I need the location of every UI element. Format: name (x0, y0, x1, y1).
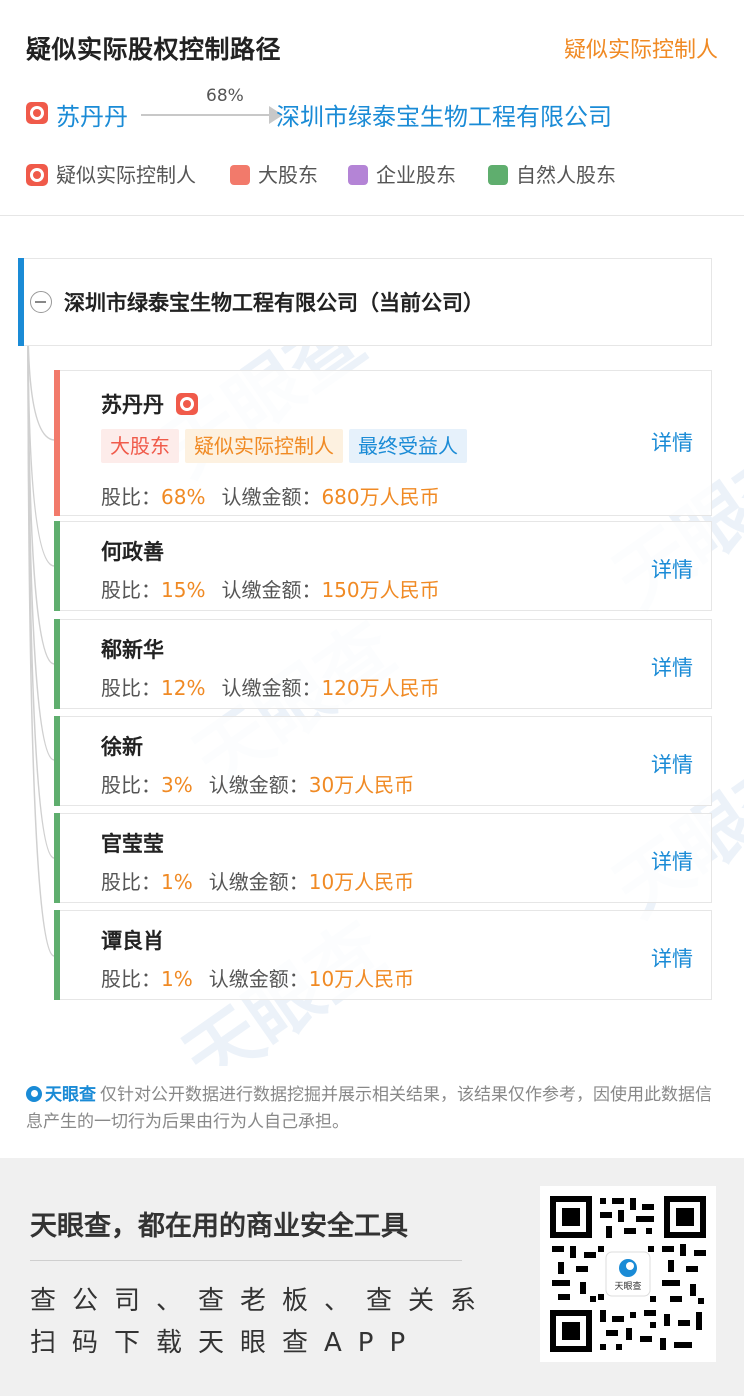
shareholder-name[interactable]: 官莹莹 (101, 828, 164, 858)
detail-link[interactable]: 详情 (651, 943, 693, 973)
controller-icon (26, 164, 48, 186)
tag-major-shareholder: 大股东 (101, 429, 179, 463)
shareholder-info: 股比：1% 认缴金额：10万人民币 (101, 963, 414, 992)
legend-item-enterprise: 企业股东 (348, 160, 456, 190)
path-person-link[interactable]: 苏丹丹 (56, 97, 128, 132)
legend: 疑似实际控制人 大股东 企业股东 自然人股东 (26, 160, 726, 190)
shareholder-name[interactable]: 郗新华 (101, 634, 164, 664)
banner-download-text: 扫码下载天眼查APP (30, 1328, 422, 1358)
natural-person-stripe (54, 813, 60, 903)
detail-link[interactable]: 详情 (651, 846, 693, 876)
shareholder-card[interactable]: 官莹莹 股比：1% 认缴金额：10万人民币 详情 (54, 813, 712, 903)
controller-icon (26, 102, 48, 124)
shareholder-name[interactable]: 谭良肖 (101, 925, 164, 955)
tag-actual-controller: 疑似实际控制人 (185, 429, 343, 463)
divider (30, 1260, 462, 1261)
legend-item-natural: 自然人股东 (488, 160, 616, 190)
qr-code[interactable]: 天眼查 (540, 1186, 716, 1362)
share-value: 68% (161, 485, 206, 509)
path-company-link[interactable]: 深圳市绿泰宝生物工程有限公司 (276, 97, 612, 132)
legend-swatch-red (230, 165, 250, 185)
shareholder-card[interactable]: 徐新 股比：3% 认缴金额：30万人民币 详情 (54, 716, 712, 806)
shareholder-name[interactable]: 徐新 (101, 731, 143, 761)
shareholder-info: 股比：15% 认缴金额：150万人民币 (101, 574, 440, 603)
natural-person-stripe (54, 619, 60, 709)
brand-logo: 天眼查 (26, 1082, 96, 1109)
current-company-node[interactable]: 深圳市绿泰宝生物工程有限公司（当前公司） (24, 258, 712, 346)
amount-label: 认缴金额： (221, 578, 322, 602)
shareholder-info: 股比：3% 认缴金额：30万人民币 (101, 769, 414, 798)
legend-item-controller: 疑似实际控制人 (26, 160, 196, 190)
banner-tagline: 查公司、查老板、查关系 (30, 1286, 493, 1316)
tag-list: 大股东 疑似实际控制人 最终受益人 (101, 429, 473, 463)
tag-ultimate-beneficiary: 最终受益人 (349, 429, 467, 463)
current-company-name: 深圳市绿泰宝生物工程有限公司（当前公司） (64, 291, 484, 315)
share-value: 15% (161, 578, 206, 602)
major-shareholder-stripe (54, 370, 60, 516)
legend-label: 大股东 (258, 163, 318, 187)
banner-slogan: 天眼查，都在用的商业安全工具 (30, 1211, 408, 1242)
path-percent: 68% (206, 86, 244, 106)
download-banner: 天眼查，都在用的商业安全工具 查公司、查老板、查关系 扫码下载天眼查APP 天眼… (0, 1158, 744, 1396)
amount-value: 10万人民币 (308, 870, 415, 894)
amount-value: 30万人民币 (308, 773, 415, 797)
legend-label: 疑似实际控制人 (56, 163, 196, 187)
brand-name: 天眼查 (45, 1085, 96, 1105)
shareholder-card[interactable]: 谭良肖 股比：1% 认缴金额：10万人民币 详情 (54, 910, 712, 1000)
amount-value: 150万人民币 (321, 578, 440, 602)
legend-swatch-green (488, 165, 508, 185)
disclaimer: 天眼查 仅针对公开数据进行数据挖掘并展示相关结果，该结果仅作参考，因使用此数据信息… (26, 1082, 720, 1136)
header: 疑似实际股权控制路径 疑似实际控制人 苏丹丹 68% 深圳市绿泰宝生物工程有限公… (0, 0, 744, 216)
detail-link[interactable]: 详情 (651, 554, 693, 584)
disclaimer-text: 仅针对公开数据进行数据挖掘并展示相关结果，该结果仅作参考，因使用此数据信息产生的… (26, 1085, 712, 1132)
amount-value: 10万人民币 (308, 967, 415, 991)
share-label: 股比： (101, 485, 161, 509)
amount-value: 120万人民币 (321, 676, 440, 700)
shareholder-name[interactable]: 苏丹丹 (101, 393, 164, 417)
detail-link[interactable]: 详情 (651, 427, 693, 457)
share-label: 股比： (101, 676, 161, 700)
share-label: 股比： (101, 578, 161, 602)
share-value: 1% (161, 870, 193, 894)
shareholder-tree: 天眼查 天眼查 天眼查 天眼查 天眼查 深圳市绿泰宝生物工程有限公司（当前公司）… (0, 216, 744, 1066)
qr-code-icon: 天眼查 (550, 1196, 706, 1352)
share-label: 股比： (101, 870, 161, 894)
legend-swatch-purple (348, 165, 368, 185)
qr-center-label: 天眼查 (614, 1280, 641, 1292)
share-value: 3% (161, 773, 193, 797)
tianyancha-logo-icon (26, 1086, 42, 1102)
natural-person-stripe (54, 716, 60, 806)
amount-label: 认缴金额： (208, 773, 309, 797)
natural-person-stripe (54, 521, 60, 611)
amount-label: 认缴金额： (221, 676, 322, 700)
natural-person-stripe (54, 910, 60, 1000)
collapse-icon[interactable] (30, 291, 52, 313)
shareholder-name-row: 苏丹丹 (101, 389, 198, 419)
legend-label: 企业股东 (376, 163, 456, 187)
path-line (141, 114, 271, 116)
share-label: 股比： (101, 967, 161, 991)
shareholder-name[interactable]: 何政善 (101, 536, 164, 566)
amount-label: 认缴金额： (208, 967, 309, 991)
detail-link[interactable]: 详情 (651, 749, 693, 779)
legend-label: 自然人股东 (516, 163, 616, 187)
share-value: 1% (161, 967, 193, 991)
share-value: 12% (161, 676, 206, 700)
shareholder-info: 股比：68% 认缴金额：680万人民币 (101, 481, 440, 510)
share-label: 股比： (101, 773, 161, 797)
legend-item-major: 大股东 (230, 160, 318, 190)
shareholder-card[interactable]: 苏丹丹 大股东 疑似实际控制人 最终受益人 股比：68% 认缴金额：680万人民币 详… (54, 370, 712, 516)
amount-label: 认缴金额： (208, 870, 309, 894)
controller-icon (176, 393, 198, 415)
amount-label: 认缴金额： (221, 485, 322, 509)
detail-link[interactable]: 详情 (651, 652, 693, 682)
shareholder-card[interactable]: 郗新华 股比：12% 认缴金额：120万人民币 详情 (54, 619, 712, 709)
actual-controller-link[interactable]: 疑似实际控制人 (564, 32, 718, 64)
shareholder-info: 股比：1% 认缴金额：10万人民币 (101, 866, 414, 895)
amount-value: 680万人民币 (321, 485, 440, 509)
control-path: 苏丹丹 68% 深圳市绿泰宝生物工程有限公司 (26, 86, 726, 132)
shareholder-card[interactable]: 何政善 股比：15% 认缴金额：150万人民币 详情 (54, 521, 712, 611)
shareholder-info: 股比：12% 认缴金额：120万人民币 (101, 672, 440, 701)
page-title: 疑似实际股权控制路径 (26, 35, 282, 64)
